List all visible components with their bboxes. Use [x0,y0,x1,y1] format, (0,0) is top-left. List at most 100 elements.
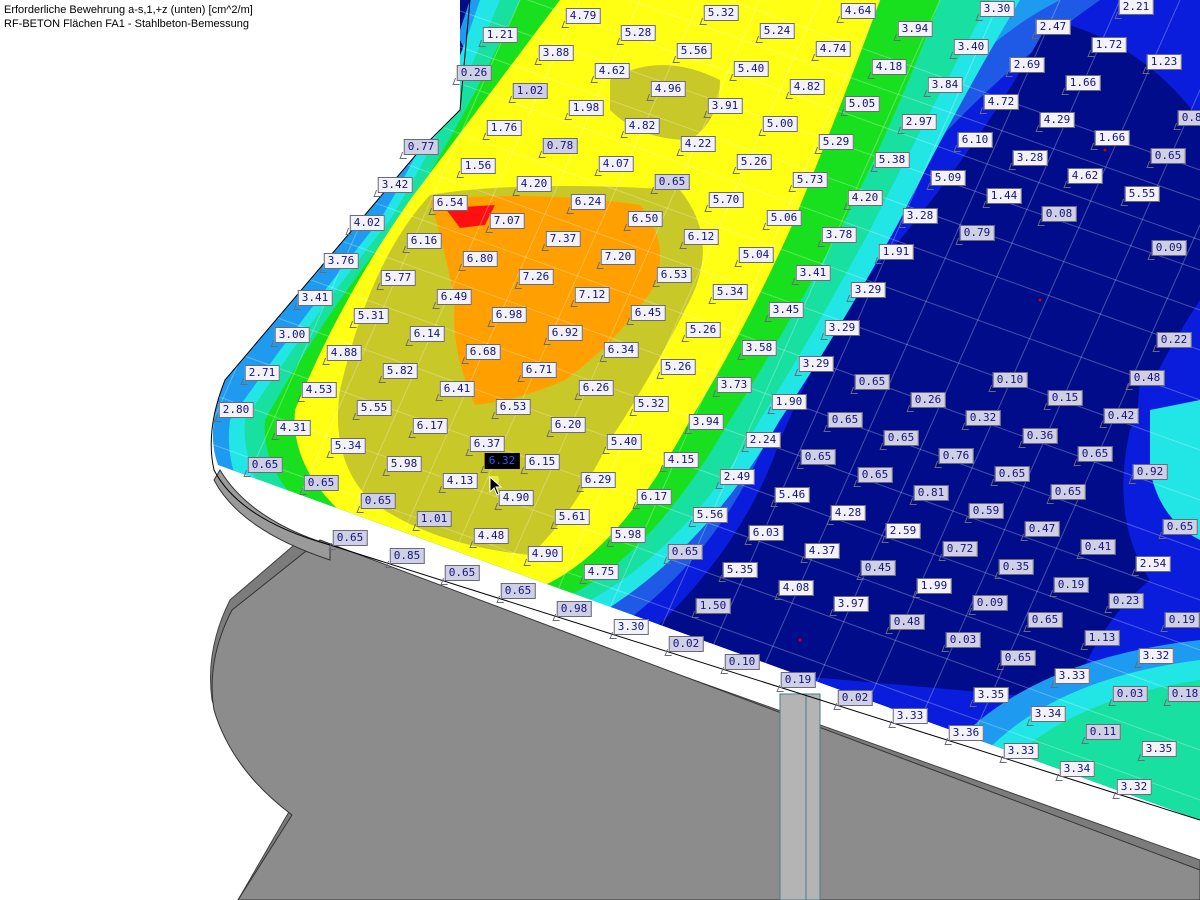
value-label[interactable]: 3.41 [795,265,831,281]
value-label[interactable]: 3.35 [973,687,1009,703]
value-label[interactable]: 6.92 [547,325,583,341]
value-label[interactable]: 0.76 [938,448,974,464]
value-label[interactable]: 0.65 [994,466,1030,482]
value-label[interactable]: 4.28 [830,505,866,521]
value-label[interactable]: 6.53 [495,399,531,415]
value-label[interactable]: 7.26 [518,269,554,285]
value-label[interactable]: 6.68 [465,344,501,360]
value-label[interactable]: 6.15 [524,454,560,470]
value-label[interactable]: 3.29 [850,282,886,298]
value-label[interactable]: 3.97 [833,596,869,612]
value-label[interactable]: 0.65 [1162,519,1198,535]
value-label[interactable]: 3.78 [821,227,857,243]
value-label[interactable]: 0.65 [247,457,283,473]
value-label[interactable]: 0.36 [1022,428,1058,444]
value-label[interactable]: 0.42 [1103,408,1139,424]
value-label[interactable]: 3.30 [613,619,649,635]
value-label[interactable]: 3.76 [323,253,359,269]
value-label[interactable]: 3.33 [1003,743,1039,759]
value-label[interactable]: 0.59 [968,503,1004,519]
value-label[interactable]: 0.65 [1150,148,1186,164]
value-label[interactable]: 0.18 [1167,686,1200,702]
value-label[interactable]: 0.26 [910,392,946,408]
value-label[interactable]: 0.65 [654,174,690,190]
value-label[interactable]: 5.06 [766,210,802,226]
value-label[interactable]: 3.29 [824,320,860,336]
value-label[interactable]: 6.17 [636,489,672,505]
value-label[interactable]: 6.45 [630,305,666,321]
value-label[interactable]: 6.53 [656,267,692,283]
value-label[interactable]: 3.36 [948,725,984,741]
value-label[interactable]: 6.50 [627,211,663,227]
value-label[interactable]: 7.20 [600,249,636,265]
value-label[interactable]: 3.35 [1141,741,1177,757]
value-label[interactable]: 0.77 [403,139,439,155]
value-label[interactable]: 7.07 [489,213,525,229]
value-label[interactable]: 6.17 [412,418,448,434]
value-label[interactable]: 1.99 [916,578,952,594]
value-label[interactable]: 5.35 [722,562,758,578]
value-label[interactable]: 4.48 [473,528,509,544]
value-label[interactable]: 6.14 [409,326,445,342]
value-label[interactable]: 5.98 [610,527,646,543]
value-label[interactable]: 2.71 [244,365,280,381]
value-label[interactable]: 5.26 [660,359,696,375]
value-label[interactable]: 1.66 [1065,75,1101,91]
value-label[interactable]: 0.65 [667,544,703,560]
value-label[interactable]: 1.90 [771,394,807,410]
value-label[interactable]: 5.28 [620,25,656,41]
value-label[interactable]: 0.02 [668,636,704,652]
value-label[interactable]: 6.24 [570,194,606,210]
value-label[interactable]: 2.97 [901,114,937,130]
value-label[interactable]: 0.65 [1050,484,1086,500]
value-label[interactable]: 0.11 [1085,724,1121,740]
value-label[interactable]: 3.40 [953,39,989,55]
value-label[interactable]: 3.94 [897,21,933,37]
value-label[interactable]: 0.65 [444,565,480,581]
value-label[interactable]: 0.65 [883,430,919,446]
value-label[interactable]: 0.03 [1112,686,1148,702]
value-label[interactable]: 4.08 [778,580,814,596]
value-label[interactable]: 3.42 [377,177,413,193]
value-label[interactable]: 5.34 [330,438,366,454]
value-label[interactable]: 4.82 [624,118,660,134]
value-label[interactable]: 4.22 [680,136,716,152]
value-label[interactable]: 0.65 [827,412,863,428]
value-label[interactable]: 4.74 [815,41,851,57]
value-label[interactable]: 4.62 [594,63,630,79]
value-label[interactable]: 6.20 [550,417,586,433]
value-label[interactable]: 0.79 [959,225,995,241]
value-label[interactable]: 0.65 [800,449,836,465]
value-label[interactable]: 4.07 [598,156,634,172]
value-label[interactable]: 5.38 [874,152,910,168]
value-label[interactable]: 6.34 [603,342,639,358]
value-label[interactable]: 5.32 [633,396,669,412]
value-label[interactable]: 6.03 [748,525,784,541]
value-label[interactable]: 5.24 [759,23,795,39]
value-label[interactable]: 5.70 [708,192,744,208]
value-label[interactable]: 0.65 [332,530,368,546]
value-label[interactable]: 0.65 [1027,612,1063,628]
value-label[interactable]: 2.21 [1118,0,1154,15]
value-label[interactable]: 0.48 [1129,370,1165,386]
value-label[interactable]: 0.10 [724,654,760,670]
value-label[interactable]: 0.65 [360,493,396,509]
value-label[interactable]: 3.94 [688,414,724,430]
value-label[interactable]: 6.71 [521,362,557,378]
value-label[interactable]: 6.41 [439,381,475,397]
value-label[interactable]: 1.56 [460,158,496,174]
value-label[interactable]: 5.82 [382,363,418,379]
value-label[interactable]: 4.37 [804,543,840,559]
value-label[interactable]: 5.40 [733,61,769,77]
value-label[interactable]: 4.79 [565,8,601,24]
value-label[interactable]: 4.15 [663,452,699,468]
value-label[interactable]: 2.69 [1009,57,1045,73]
value-label[interactable]: 5.56 [676,43,712,59]
value-label[interactable]: 6.54 [432,195,468,211]
value-label[interactable]: 3.29 [798,356,834,372]
value-label[interactable]: 4.13 [442,473,478,489]
value-label[interactable]: 4.90 [527,546,563,562]
value-label[interactable]: 5.05 [844,96,880,112]
value-label[interactable]: 5.55 [1124,186,1160,202]
value-label[interactable]: 0.65 [1077,446,1113,462]
